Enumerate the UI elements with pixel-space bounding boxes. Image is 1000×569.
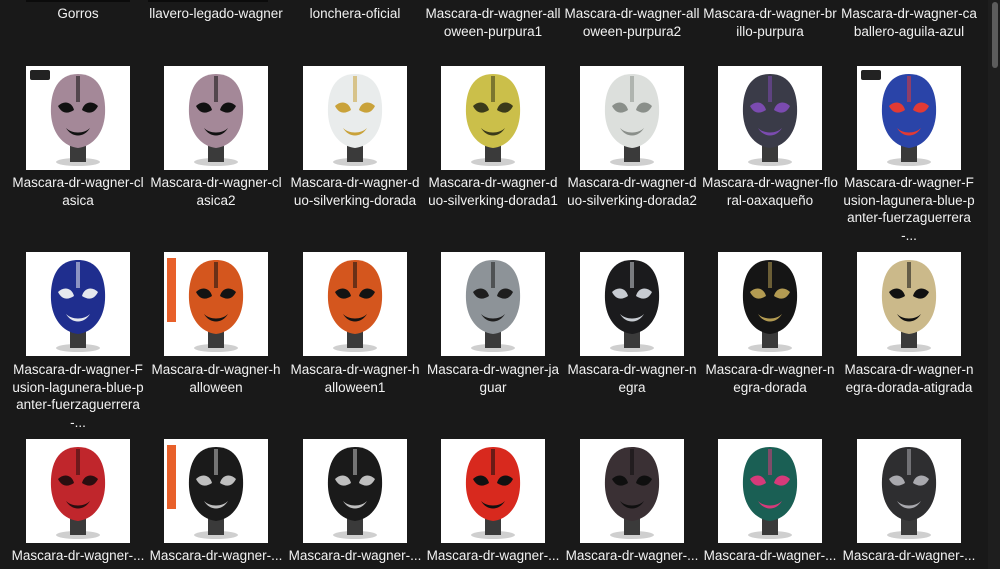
- file-name-label: Mascara-dr-wagner-duo-silverking-dorada2: [567, 175, 697, 208]
- file-thumbnail[interactable]: [857, 252, 961, 356]
- file-grid: Gorros llavero-legado-wagner lonchera-ofic…: [10, 0, 977, 569]
- brand-logo-icon: [861, 70, 881, 80]
- file-name-label: Mascara-dr-wagner-caballero-aguila-azul: [841, 6, 977, 39]
- file-name-label: Mascara-dr-wagner-negra: [567, 362, 697, 395]
- file-thumbnail-edge: [26, 0, 130, 2]
- file-name-label: Mascara-dr-wagner-jaguar: [426, 362, 560, 395]
- mask-head-image: [742, 447, 798, 539]
- file-name-label: Mascara-dr-wagner-alloween-purpura1: [425, 6, 561, 39]
- file-thumbnail[interactable]: [580, 66, 684, 170]
- mask-head-image: [327, 447, 383, 539]
- file-name-label: Mascara-dr-wagner-halloween1: [290, 362, 420, 395]
- file-thumbnail[interactable]: [303, 439, 407, 543]
- mask-head-image: [188, 260, 244, 352]
- mask-head-image: [604, 260, 660, 352]
- file-name-label: Gorros: [57, 6, 99, 21]
- file-name-label: Mascara-dr-wagner-Fusion-lagunera-blue-p…: [843, 175, 975, 243]
- mask-head-image: [881, 74, 937, 166]
- mask-head-image: [50, 74, 106, 166]
- file-thumbnail[interactable]: [718, 439, 822, 543]
- file-name-label: Mascara-dr-wagner-duo-silverking-dorada1: [428, 175, 558, 208]
- mask-head-image: [604, 447, 660, 539]
- halloween-banner-icon: [167, 445, 176, 509]
- file-thumbnail[interactable]: [26, 66, 130, 170]
- file-thumbnail[interactable]: [718, 66, 822, 170]
- brand-logo-icon: [30, 70, 50, 80]
- file-thumbnail[interactable]: [164, 252, 268, 356]
- file-name-label: Mascara-dr-wagner-negra-dorada-atigrada: [844, 362, 974, 395]
- file-name-label: Mascara-dr-wagner-...: [149, 548, 283, 563]
- mask-head-image: [465, 260, 521, 352]
- file-name-label: Mascara-dr-wagner-...: [703, 548, 837, 563]
- file-thumbnail[interactable]: [718, 252, 822, 356]
- file-thumbnail[interactable]: [580, 439, 684, 543]
- scrollbar-thumb[interactable]: [992, 2, 998, 68]
- file-name-label: Mascara-dr-wagner-clasica2: [150, 175, 282, 208]
- file-thumbnail[interactable]: [857, 66, 961, 170]
- file-thumbnail[interactable]: [441, 252, 545, 356]
- file-thumbnail-edge: [148, 0, 268, 2]
- file-thumbnail[interactable]: [857, 439, 961, 543]
- file-name-label: Mascara-dr-wagner-...: [288, 548, 422, 563]
- file-thumbnail[interactable]: [441, 439, 545, 543]
- file-thumbnail[interactable]: [26, 252, 130, 356]
- file-thumbnail[interactable]: [441, 66, 545, 170]
- mask-head-image: [50, 447, 106, 539]
- mask-head-image: [188, 74, 244, 166]
- file-name-label: Mascara-dr-wagner-clasica: [12, 175, 144, 208]
- file-name-label: Mascara-dr-wagner-negra-dorada: [705, 362, 835, 395]
- file-name-label: Mascara-dr-wagner-alloween-purpura2: [564, 6, 700, 39]
- file-name-label: Mascara-dr-wagner-...: [426, 548, 560, 563]
- file-thumbnail[interactable]: [164, 66, 268, 170]
- mask-head-image: [50, 260, 106, 352]
- file-thumbnail[interactable]: [303, 252, 407, 356]
- file-name-label: Mascara-dr-wagner-floral-oaxaqueño: [702, 175, 838, 208]
- file-name-label: lonchera-oficial: [309, 6, 401, 21]
- mask-head-image: [327, 260, 383, 352]
- file-thumbnail[interactable]: [303, 66, 407, 170]
- file-name-label: Mascara-dr-wagner-...: [842, 548, 976, 563]
- mask-head-image: [465, 447, 521, 539]
- file-name-label: Mascara-dr-wagner-duo-silverking-dorada: [290, 175, 420, 208]
- mask-head-image: [742, 74, 798, 166]
- file-name-label: Mascara-dr-wagner-brillo-purpura: [703, 6, 837, 39]
- file-name-label: Mascara-dr-wagner-halloween: [151, 362, 281, 395]
- mask-head-image: [465, 74, 521, 166]
- file-name-label: Mascara-dr-wagner-...: [11, 548, 145, 563]
- file-thumbnail[interactable]: [164, 439, 268, 543]
- file-thumbnail[interactable]: [580, 252, 684, 356]
- halloween-banner-icon: [167, 258, 176, 322]
- mask-head-image: [742, 260, 798, 352]
- mask-head-image: [188, 447, 244, 539]
- file-name-label: llavero-legado-wagner: [149, 6, 283, 21]
- file-name-label: Mascara-dr-wagner-...: [565, 548, 699, 563]
- file-thumbnail[interactable]: [26, 439, 130, 543]
- mask-head-image: [881, 447, 937, 539]
- mask-head-image: [881, 260, 937, 352]
- mask-head-image: [604, 74, 660, 166]
- file-name-label: Mascara-dr-wagner-Fusion-lagunera-blue-p…: [12, 362, 144, 430]
- vertical-scrollbar[interactable]: [988, 0, 1000, 569]
- mask-head-image: [327, 74, 383, 166]
